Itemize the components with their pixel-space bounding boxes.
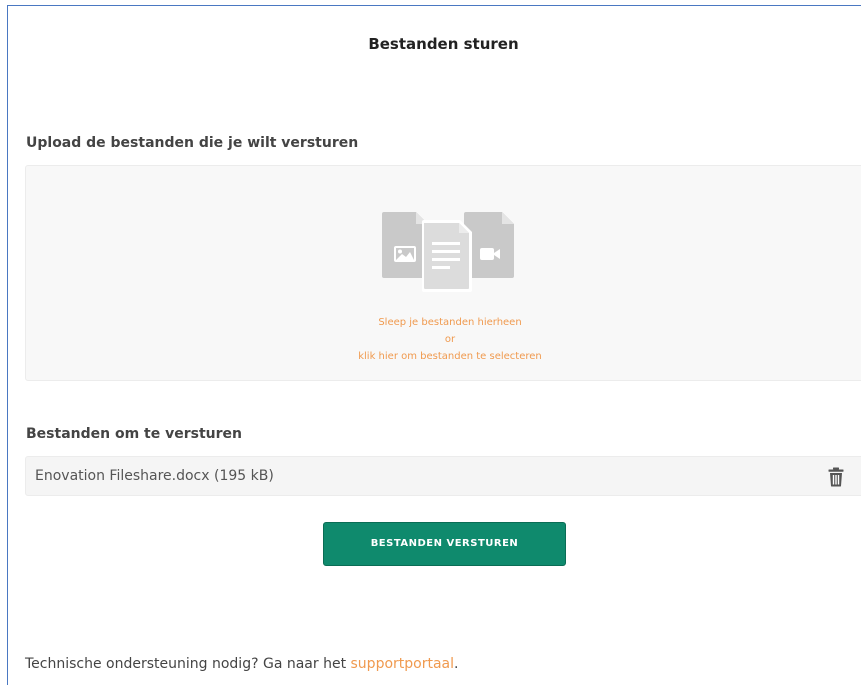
image-file-icon — [382, 212, 428, 278]
trash-icon[interactable] — [828, 467, 844, 487]
footer-text: Technische ondersteuning nodig? Ga naar … — [25, 656, 351, 672]
page-title: Bestanden sturen — [368, 35, 519, 53]
send-files-button[interactable]: BESTANDEN VERSTUREN — [323, 522, 566, 566]
upload-section-label: Upload de bestanden die je wilt versture… — [26, 135, 359, 151]
footer-support-text: Technische ondersteuning nodig? Ga naar … — [25, 656, 458, 672]
support-portal-link[interactable]: supportportaal — [351, 656, 455, 672]
file-types-illustration — [382, 212, 514, 292]
file-dropzone[interactable]: Sleep je bestanden hierheen or klik hier… — [25, 165, 861, 381]
document-file-icon — [422, 220, 472, 292]
file-list-item: Enovation Fileshare.docx (195 kB) — [25, 456, 861, 496]
files-section-label: Bestanden om te versturen — [26, 426, 242, 442]
file-name: Enovation Fileshare.docx (195 kB) — [35, 468, 274, 484]
footer-suffix: . — [454, 656, 459, 672]
dropzone-select-link[interactable]: klik hier om bestanden te selecteren — [26, 351, 861, 362]
dropzone-drag-text: Sleep je bestanden hierheen — [378, 317, 522, 328]
dropzone-or-text: or — [444, 334, 456, 345]
